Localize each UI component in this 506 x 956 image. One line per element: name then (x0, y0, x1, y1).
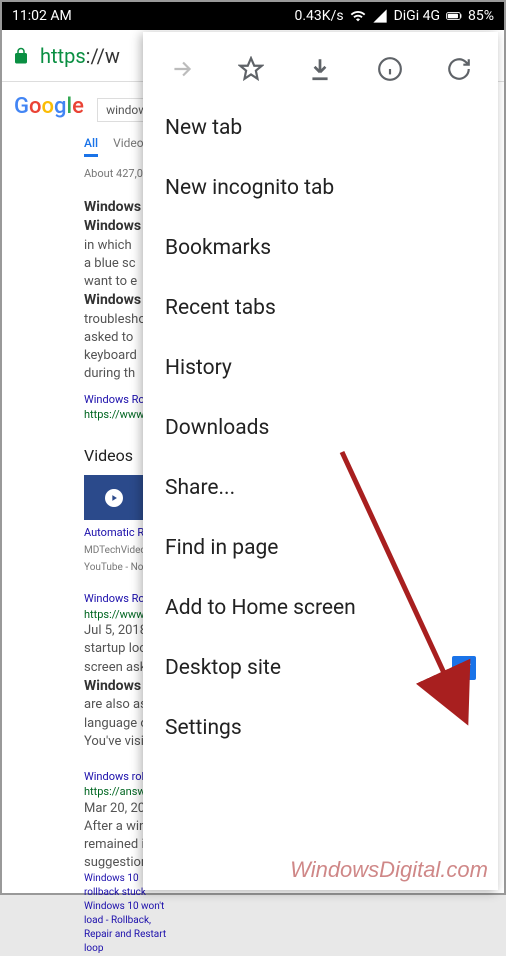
menu-new-tab[interactable]: New tab (143, 98, 498, 158)
signal-icon (372, 8, 388, 24)
desktop-site-checkbox[interactable] (452, 656, 476, 680)
status-battery: 85% (468, 8, 494, 24)
android-status-bar: 11:02 AM 0.43K/s DiGi 4G 85% (2, 2, 504, 30)
menu-share[interactable]: Share... (143, 458, 498, 518)
battery-icon (446, 8, 462, 24)
menu-icon-row (143, 40, 498, 98)
menu-bookmarks[interactable]: Bookmarks (143, 218, 498, 278)
forward-button[interactable] (168, 55, 196, 83)
menu-new-incognito[interactable]: New incognito tab (143, 158, 498, 218)
menu-desktop-site[interactable]: Desktop site (143, 638, 498, 698)
lock-icon (12, 47, 30, 65)
wifi-icon (350, 8, 366, 24)
menu-downloads[interactable]: Downloads (143, 398, 498, 458)
tab-all[interactable]: All (84, 136, 98, 157)
status-carrier: DiGi 4G (394, 8, 440, 24)
video-thumbnail[interactable] (84, 475, 144, 520)
play-icon (105, 489, 123, 507)
url-text: https://w (40, 44, 120, 68)
status-right-cluster: 0.43K/s DiGi 4G 85% (294, 8, 494, 24)
status-speed: 0.43K/s (294, 8, 343, 24)
status-time: 11:02 AM (12, 8, 72, 24)
menu-recent-tabs[interactable]: Recent tabs (143, 278, 498, 338)
menu-history[interactable]: History (143, 338, 498, 398)
reload-button[interactable] (445, 55, 473, 83)
download-button[interactable] (306, 55, 334, 83)
bookmark-star-button[interactable] (237, 55, 265, 83)
info-button[interactable] (376, 55, 404, 83)
google-logo: Google (14, 94, 84, 119)
menu-settings[interactable]: Settings (143, 698, 498, 758)
menu-find-in-page[interactable]: Find in page (143, 518, 498, 578)
menu-add-to-home[interactable]: Add to Home screen (143, 578, 498, 638)
chrome-overflow-menu: New tab New incognito tab Bookmarks Rece… (143, 32, 498, 890)
